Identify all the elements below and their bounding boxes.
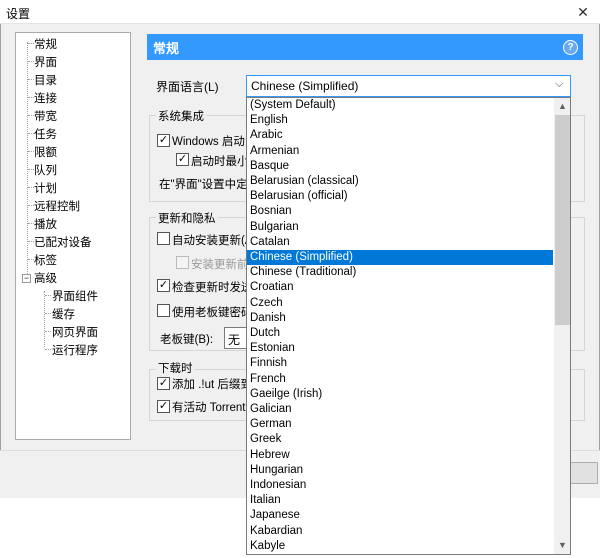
auto-install-checkbox[interactable] xyxy=(157,232,170,245)
scroll-thumb[interactable] xyxy=(555,115,570,325)
tree-subitem-webui[interactable]: 网页界面 xyxy=(52,324,98,340)
tree-item-scheduler[interactable]: 计划 xyxy=(34,180,57,196)
language-option[interactable]: Danish xyxy=(247,311,553,326)
language-option[interactable]: French xyxy=(247,372,553,387)
language-label: 界面语言(L) xyxy=(156,80,219,94)
language-option[interactable]: Belarusian (classical) xyxy=(247,174,553,189)
tree-item-paired-devices[interactable]: 已配对设备 xyxy=(34,234,92,250)
auto-install-label: 自动安装更新(A xyxy=(172,235,253,247)
boss-key-password-checkbox[interactable] xyxy=(157,304,170,317)
language-option[interactable]: Dutch xyxy=(247,326,553,341)
tree-expander-icon[interactable]: − xyxy=(22,274,31,283)
group-title-downloading: 下载时 xyxy=(156,360,195,376)
language-option[interactable]: Indonesian xyxy=(247,478,553,493)
group-title-updates-privacy: 更新和隐私 xyxy=(156,210,218,226)
language-option[interactable]: (System Default) xyxy=(247,98,553,113)
boss-key-password-label: 使用老板键密码 xyxy=(172,307,253,319)
windows-start-label: Windows 启动 xyxy=(172,136,245,148)
tree-item-quota[interactable]: 限额 xyxy=(34,144,57,160)
title-bar: 设置 ✕ xyxy=(0,0,600,24)
start-minimized-label: 启动时最小 xyxy=(191,156,249,168)
tree-item-connection[interactable]: 连接 xyxy=(34,90,57,106)
language-option[interactable]: Catalan xyxy=(247,235,553,250)
language-option[interactable]: Chinese (Traditional) xyxy=(247,265,553,280)
torrent-active-checkbox[interactable]: ✓ xyxy=(157,400,170,413)
language-option[interactable]: Chinese (Simplified) xyxy=(247,250,553,266)
language-option[interactable]: Arabic xyxy=(247,128,553,143)
settings-tree[interactable]: − 常规 界面 目录 连接 带宽 任务 限额 队列 计划 远程控制 播放 已配对… xyxy=(15,32,131,440)
boss-key-input[interactable]: 无 xyxy=(224,327,248,349)
scroll-down-arrow-icon[interactable]: ▼ xyxy=(554,537,570,554)
language-option[interactable]: Finnish xyxy=(247,356,553,371)
boss-key-label: 老板键(B): xyxy=(160,334,214,346)
tree-item-general[interactable]: 常规 xyxy=(34,36,57,52)
tree-item-labels[interactable]: 标签 xyxy=(34,252,57,268)
language-option[interactable]: Basque xyxy=(247,159,553,174)
chevron-down-icon: ⌵ xyxy=(555,78,564,90)
language-option[interactable]: German xyxy=(247,417,553,432)
windows-start-checkbox[interactable]: ✓ xyxy=(157,134,170,147)
tree-subitem-cache[interactable]: 缓存 xyxy=(52,306,75,322)
tree-item-interface[interactable]: 界面 xyxy=(34,54,57,70)
append-lut-checkbox[interactable]: ✓ xyxy=(157,377,170,390)
tree-item-playback[interactable]: 播放 xyxy=(34,216,57,232)
language-option[interactable]: Estonian xyxy=(247,341,553,356)
start-minimized-checkbox[interactable]: ✓ xyxy=(176,153,189,166)
tree-item-advanced[interactable]: 高级 xyxy=(34,270,57,286)
tree-item-queue[interactable]: 队列 xyxy=(34,162,57,178)
language-option[interactable]: Croatian xyxy=(247,280,553,295)
help-icon[interactable]: ? xyxy=(563,40,578,55)
tree-subitem-ui-extras[interactable]: 界面组件 xyxy=(52,288,98,304)
language-option[interactable]: Gaeilge (Irish) xyxy=(247,387,553,402)
language-option[interactable]: Kabyle xyxy=(247,539,553,554)
language-option[interactable]: Japanese xyxy=(247,508,553,523)
install-before-label: 安装更新前 xyxy=(191,259,249,271)
section-title: 常规 xyxy=(153,41,180,56)
language-option[interactable]: Czech xyxy=(247,296,553,311)
group-title-system-integration: 系统集成 xyxy=(156,108,206,124)
interface-note: 在"界面"设置中定义 xyxy=(159,179,260,191)
ok-button[interactable] xyxy=(568,462,598,484)
boss-key-value: 无 xyxy=(228,333,241,347)
language-option[interactable]: English xyxy=(247,113,553,128)
language-dropdown-list[interactable]: (System Default) English Arabic Armenian Bas… xyxy=(246,97,571,555)
language-option[interactable]: Bulgarian xyxy=(247,220,553,235)
torrent-active-label: 有活动 Torrent xyxy=(172,402,246,414)
language-option[interactable]: Bosnian xyxy=(247,204,553,219)
tree-item-tasks[interactable]: 任务 xyxy=(34,126,57,142)
language-option[interactable]: Galician xyxy=(247,402,553,417)
close-icon[interactable]: ✕ xyxy=(566,0,600,24)
language-select-value: Chinese (Simplified) xyxy=(251,79,359,93)
check-updates-checkbox[interactable]: ✓ xyxy=(157,279,170,292)
scroll-up-arrow-icon[interactable]: ▲ xyxy=(554,98,570,115)
tree-item-bandwidth[interactable]: 带宽 xyxy=(34,108,57,124)
tree-subitem-run-program[interactable]: 运行程序 xyxy=(52,342,98,358)
language-option[interactable]: Greek xyxy=(247,432,553,447)
section-header: 常规 ? xyxy=(147,34,583,60)
append-lut-label: 添加 .!ut 后缀到 xyxy=(172,379,252,391)
language-option[interactable]: Belarusian (official) xyxy=(247,189,553,204)
dropdown-scrollbar[interactable]: ▲ ▼ xyxy=(554,98,570,554)
tree-item-remote[interactable]: 远程控制 xyxy=(34,198,80,214)
tree-item-directories[interactable]: 目录 xyxy=(34,72,57,88)
language-option[interactable]: Kabardian xyxy=(247,524,553,539)
window-title: 设置 xyxy=(6,7,31,21)
language-option[interactable]: Hungarian xyxy=(247,463,553,478)
install-before-checkbox[interactable] xyxy=(176,256,189,269)
language-option[interactable]: Armenian xyxy=(247,144,553,159)
language-option[interactable]: Italian xyxy=(247,493,553,508)
language-select[interactable]: Chinese (Simplified) ⌵ xyxy=(246,75,571,97)
language-option[interactable]: Hebrew xyxy=(247,448,553,463)
check-updates-label: 检查更新时发送 xyxy=(172,282,253,294)
